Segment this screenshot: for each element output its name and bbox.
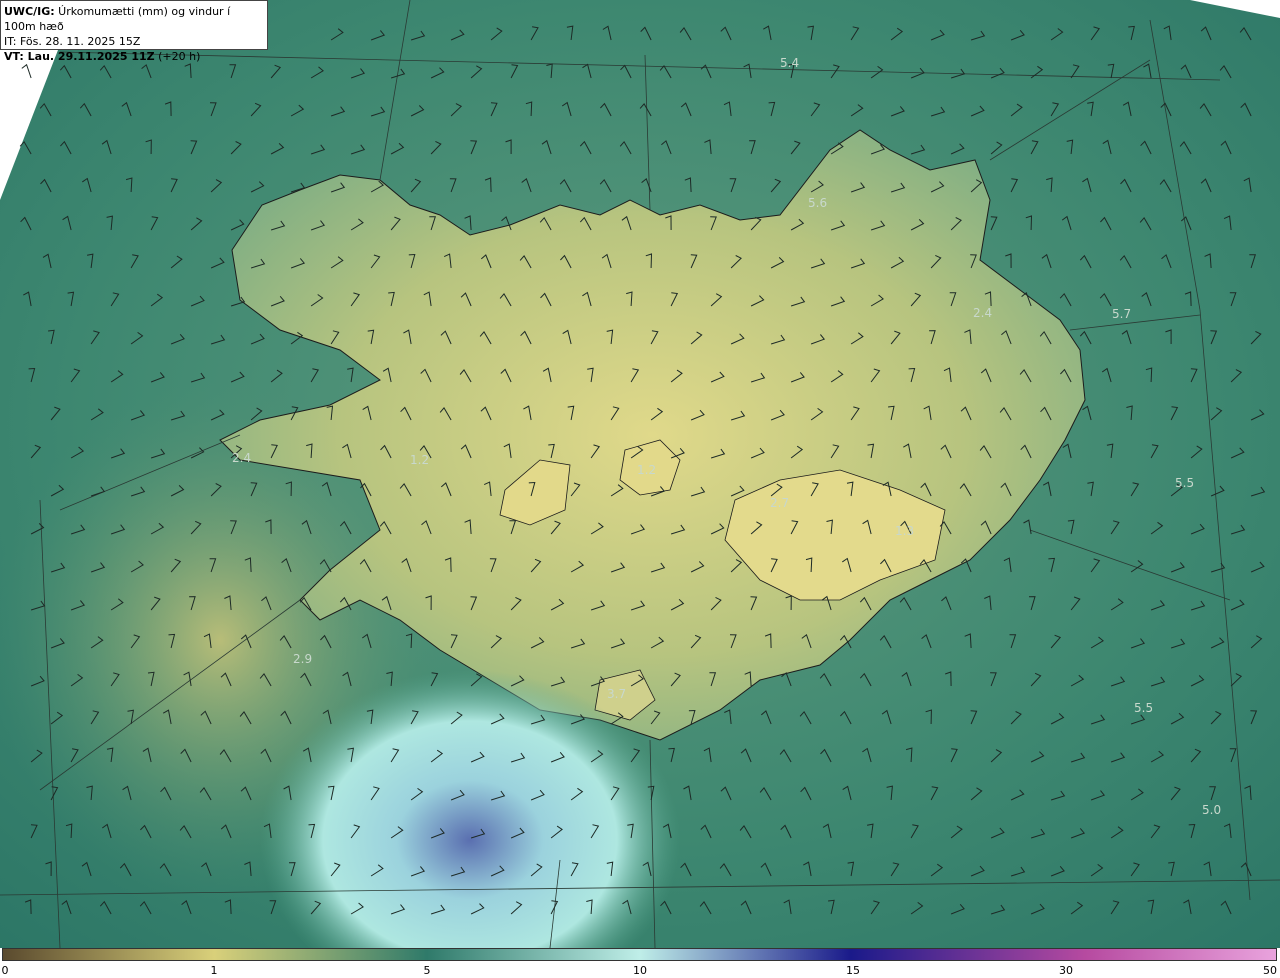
value-label: 5.5 [1134,701,1153,715]
colorbar: 0 1 5 10 15 30 50 [0,948,1280,978]
value-label: 1.3 [895,524,914,538]
map-info-box: UWC/IG: Úrkomumætti (mm) og vindur í 100… [0,0,268,63]
valid-time: VT: Lau. 29.11.2025 11Z [4,50,155,63]
colorbar-tick: 10 [633,964,647,977]
model-label: UWC/IG: [4,5,55,18]
valid-time-line: VT: Lau. 29.11.2025 11Z (+20 h) [4,49,264,64]
forecast-map: 5.4 5.6 5.7 2.4 5.5 1.2 3.7 5.5 5.0 2.9 … [0,0,1280,948]
info-title-line: UWC/IG: Úrkomumætti (mm) og vindur í 100… [4,4,264,34]
forecast-hour: (+20 h) [154,50,201,63]
value-label: 2.4 [232,451,251,465]
colorbar-tick: 15 [846,964,860,977]
value-label: 5.7 [1112,307,1131,321]
value-label: 1.2 [410,453,429,467]
value-label: 2.9 [293,652,312,666]
colorbar-tick: 50 [1263,964,1277,977]
colorbar-tick: 30 [1059,964,1073,977]
value-label: 3.7 [607,687,626,701]
colorbar-strip [2,948,1277,961]
value-label: 1.2 [637,463,656,477]
value-label: 5.4 [780,56,799,70]
init-time: IT: Fös. 28. 11. 2025 15Z [4,35,141,48]
colorbar-tick: 1 [210,964,218,977]
value-label: 5.0 [1202,803,1221,817]
value-label: 2.4 [973,306,992,320]
value-label: 5.6 [808,196,827,210]
colorbar-tick: 0 [1,964,9,977]
colorbar-tick: 5 [423,964,431,977]
value-label: 5.5 [1175,476,1194,490]
value-label: 2.7 [770,496,789,510]
